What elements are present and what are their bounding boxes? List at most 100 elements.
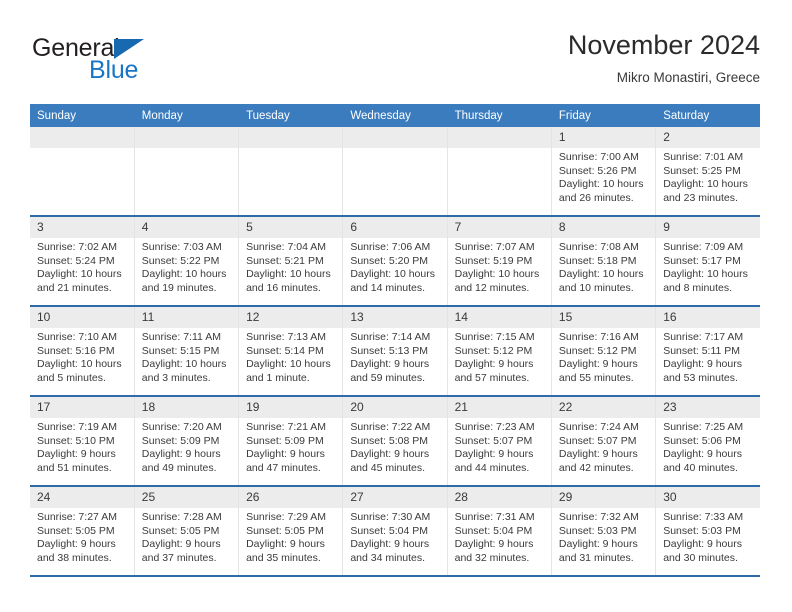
sunrise-text: Sunrise: 7:02 AM [37,241,117,253]
daylight-text-line2: and 51 minutes. [37,461,112,474]
sun-info: Sunrise: 7:03 AM Sunset: 5:22 PM Daylight:… [135,238,238,295]
calendar-cell[interactable]: 5 Sunrise: 7:04 AM Sunset: 5:21 PM Daylight… [238,216,343,307]
day-cell: 26 Sunrise: 7:29 AM Sunset: 5:05 PM Dayligh… [239,487,343,575]
sunset-text: Sunset: 5:05 PM [37,524,115,537]
sun-info: Sunrise: 7:08 AM Sunset: 5:18 PM Daylight:… [552,238,655,295]
daylight-text-line1: Daylight: 10 hours [558,178,644,191]
calendar-cell[interactable]: 20 Sunrise: 7:22 AM Sunset: 5:08 PM Dayligh… [342,396,448,487]
calendar-cell[interactable]: 25 Sunrise: 7:28 AM Sunset: 5:05 PM Dayligh… [133,486,239,577]
calendar-cell[interactable]: 15 Sunrise: 7:16 AM Sunset: 5:12 PM Dayligh… [550,306,656,397]
day-number: 2 [656,127,760,148]
calendar-cell[interactable]: 24 Sunrise: 7:27 AM Sunset: 5:05 PM Dayligh… [30,486,135,577]
day-cell: 18 Sunrise: 7:20 AM Sunset: 5:09 PM Dayligh… [134,397,239,485]
day-number: 24 [30,487,134,508]
calendar-cell[interactable]: 2 Sunrise: 7:01 AM Sunset: 5:25 PM Daylight… [655,127,760,217]
daylight-text-line1: Daylight: 10 hours [558,268,644,281]
sunset-text: Sunset: 5:12 PM [558,344,637,357]
sun-info: Sunrise: 7:32 AM Sunset: 5:03 PM Daylight:… [552,508,655,565]
daylight-text-line2: and 38 minutes. [37,551,112,564]
daylight-text-line1: Daylight: 9 hours [558,448,638,461]
sunset-text: Sunset: 5:05 PM [246,524,324,537]
calendar-cell[interactable]: 9 Sunrise: 7:09 AM Sunset: 5:17 PM Daylight… [655,216,760,307]
daylight-text-line1: Daylight: 10 hours [37,268,122,281]
daylight-text-line1: Daylight: 9 hours [246,448,325,461]
sunset-text: Sunset: 5:08 PM [350,434,428,447]
daylight-text-line1: Daylight: 9 hours [246,538,325,551]
daylight-text-line1: Daylight: 9 hours [558,538,638,551]
calendar-cell[interactable]: 10 Sunrise: 7:10 AM Sunset: 5:16 PM Dayligh… [30,306,135,397]
calendar-cell [342,127,448,217]
day-number: 30 [656,487,760,508]
calendar-cell[interactable]: 16 Sunrise: 7:17 AM Sunset: 5:11 PM Dayligh… [655,306,760,397]
day-cell: 14 Sunrise: 7:15 AM Sunset: 5:12 PM Dayligh… [447,307,551,395]
calendar-cell[interactable]: 28 Sunrise: 7:31 AM Sunset: 5:04 PM Dayligh… [446,486,552,577]
day-cell: 28 Sunrise: 7:31 AM Sunset: 5:04 PM Dayligh… [447,487,551,575]
day-cell-empty [134,127,239,215]
calendar-cell[interactable]: 23 Sunrise: 7:25 AM Sunset: 5:06 PM Dayligh… [655,396,760,487]
calendar-cell[interactable]: 6 Sunrise: 7:06 AM Sunset: 5:20 PM Daylight… [342,216,448,307]
calendar-cell[interactable]: 17 Sunrise: 7:19 AM Sunset: 5:10 PM Dayligh… [30,396,135,487]
sunrise-text: Sunrise: 7:29 AM [246,511,327,523]
sunset-text: Sunset: 5:15 PM [141,344,220,357]
calendar-cell[interactable]: 11 Sunrise: 7:11 AM Sunset: 5:15 PM Dayligh… [133,306,239,397]
day-number: 8 [551,217,656,238]
day-cell: 7 Sunrise: 7:07 AM Sunset: 5:19 PM Daylight… [447,217,551,305]
calendar-cell[interactable]: 14 Sunrise: 7:15 AM Sunset: 5:12 PM Dayligh… [446,306,552,397]
daylight-text-line2: and 21 minutes. [37,281,112,294]
calendar-cell[interactable]: 1 Sunrise: 7:00 AM Sunset: 5:26 PM Daylight… [550,127,656,217]
calendar-cell[interactable]: 30 Sunrise: 7:33 AM Sunset: 5:03 PM Dayligh… [655,486,760,577]
day-cell-empty [343,127,447,215]
calendar-cell[interactable]: 22 Sunrise: 7:24 AM Sunset: 5:07 PM Dayligh… [550,396,656,487]
day-number [343,127,447,148]
calendar-cell[interactable]: 13 Sunrise: 7:14 AM Sunset: 5:13 PM Dayligh… [342,306,448,397]
sunset-text: Sunset: 5:14 PM [246,344,324,357]
calendar-cell[interactable]: 19 Sunrise: 7:21 AM Sunset: 5:09 PM Dayligh… [238,396,343,487]
weekday-header-sunday: Sunday [30,104,135,127]
sun-info: Sunrise: 7:28 AM Sunset: 5:05 PM Daylight:… [135,508,238,565]
sunrise-text: Sunrise: 7:20 AM [141,421,222,433]
sunset-text: Sunset: 5:11 PM [663,344,741,357]
calendar-cell[interactable]: 26 Sunrise: 7:29 AM Sunset: 5:05 PM Dayligh… [238,486,343,577]
sun-info: Sunrise: 7:16 AM Sunset: 5:12 PM Daylight:… [552,328,655,385]
calendar-cell [30,127,135,217]
daylight-text-line2: and 53 minutes. [663,371,738,384]
calendar-cell[interactable]: 27 Sunrise: 7:30 AM Sunset: 5:04 PM Dayligh… [342,486,448,577]
calendar-cell[interactable]: 8 Sunrise: 7:08 AM Sunset: 5:18 PM Daylight… [550,216,656,307]
sunrise-text: Sunrise: 7:30 AM [350,511,431,523]
daylight-text-line1: Daylight: 10 hours [246,268,331,281]
calendar-header: Sunday Monday Tuesday Wednesday Thursday… [30,104,760,127]
day-cell: 16 Sunrise: 7:17 AM Sunset: 5:11 PM Dayligh… [656,307,760,395]
daylight-text-line1: Daylight: 10 hours [454,268,540,281]
calendar-cell [446,127,552,217]
day-number: 11 [134,307,239,328]
day-number: 4 [134,217,239,238]
sunrise-text: Sunrise: 7:17 AM [663,331,744,343]
sunset-text: Sunset: 5:03 PM [663,524,741,537]
general-blue-logo[interactable]: General Blue [32,34,232,90]
daylight-text-line2: and 35 minutes. [246,551,321,564]
calendar-cell[interactable]: 12 Sunrise: 7:13 AM Sunset: 5:14 PM Dayligh… [238,306,343,397]
calendar-cell[interactable]: 4 Sunrise: 7:03 AM Sunset: 5:22 PM Daylight… [133,216,239,307]
calendar-cell[interactable]: 18 Sunrise: 7:20 AM Sunset: 5:09 PM Dayligh… [133,396,239,487]
calendar-page: General Blue November 2024 Mikro Monasti… [0,0,792,612]
day-cell: 19 Sunrise: 7:21 AM Sunset: 5:09 PM Dayligh… [239,397,343,485]
daylight-text-line1: Daylight: 9 hours [454,358,534,371]
calendar-cell[interactable]: 29 Sunrise: 7:32 AM Sunset: 5:03 PM Dayligh… [550,486,656,577]
day-number: 19 [239,397,343,418]
sunset-text: Sunset: 5:20 PM [350,254,428,267]
sunset-text: Sunset: 5:09 PM [246,434,324,447]
calendar-cell[interactable]: 7 Sunrise: 7:07 AM Sunset: 5:19 PM Daylight… [446,216,552,307]
daylight-text-line2: and 19 minutes. [141,281,217,294]
daylight-text-line1: Daylight: 9 hours [37,538,116,551]
sunrise-text: Sunrise: 7:09 AM [663,241,744,253]
sunset-text: Sunset: 5:18 PM [558,254,637,267]
day-cell-empty [30,127,134,215]
calendar-cell[interactable]: 3 Sunrise: 7:02 AM Sunset: 5:24 PM Daylight… [30,216,135,307]
daylight-text-line2: and 16 minutes. [246,281,321,294]
day-number: 22 [551,397,656,418]
daylight-text-line2: and 55 minutes. [558,371,634,384]
daylight-text-line1: Daylight: 9 hours [454,538,534,551]
logo-text-blue: Blue [89,56,139,84]
sun-info: Sunrise: 7:22 AM Sunset: 5:08 PM Daylight:… [343,418,446,475]
calendar-cell[interactable]: 21 Sunrise: 7:23 AM Sunset: 5:07 PM Dayligh… [446,396,552,487]
